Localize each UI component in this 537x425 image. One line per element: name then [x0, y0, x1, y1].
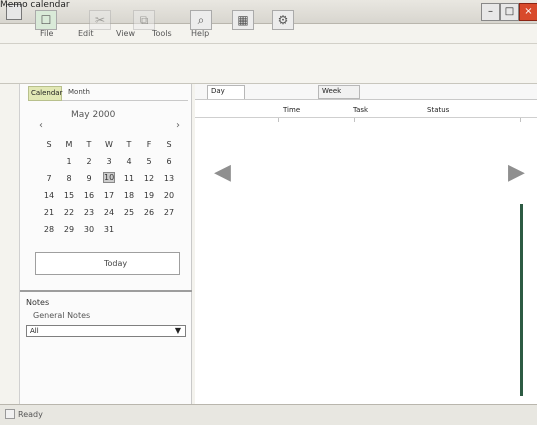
cut-icon[interactable]: ✂ — [89, 10, 111, 30]
day-cell[interactable]: 14 — [43, 191, 55, 200]
weekday-label: W — [105, 140, 113, 149]
tab-day[interactable]: Day — [207, 85, 245, 99]
minimize-button[interactable]: – — [481, 3, 500, 21]
weekday-label: F — [146, 140, 152, 149]
day-cell[interactable]: 26 — [143, 208, 155, 217]
status-text: Ready — [18, 410, 43, 419]
previous-arrow-icon[interactable]: ◀ — [214, 160, 231, 185]
menu-view[interactable]: View — [116, 29, 135, 38]
day-cell[interactable]: 9 — [83, 174, 95, 183]
day-cell[interactable]: 21 — [43, 208, 55, 217]
toolbar — [0, 44, 537, 84]
menu-tools[interactable]: Tools — [152, 29, 172, 38]
menu-file[interactable]: File — [40, 29, 53, 38]
day-cell[interactable]: 16 — [83, 191, 95, 200]
weekday-label: T — [126, 140, 132, 149]
day-cell[interactable]: 31 — [103, 225, 115, 234]
settings-icon[interactable]: ⚙ — [272, 10, 294, 30]
day-cell[interactable]: 30 — [83, 225, 95, 234]
today-label: Today — [104, 259, 128, 268]
weekday-label: S — [166, 140, 172, 149]
day-cell[interactable]: 1 — [63, 157, 75, 166]
day-cell[interactable]: 13 — [163, 174, 175, 183]
tab-calendar[interactable]: Calendar — [28, 86, 62, 101]
day-cell[interactable]: 4 — [123, 157, 135, 166]
day-cell[interactable]: 3 — [103, 157, 115, 166]
main-tab-strip — [195, 84, 537, 100]
day-cell[interactable]: 24 — [103, 208, 115, 217]
maximize-button[interactable]: □ — [500, 3, 519, 21]
tab-month[interactable]: Month — [68, 88, 90, 96]
day-cell[interactable]: 2 — [83, 157, 95, 166]
day-cell[interactable]: 23 — [83, 208, 95, 217]
column-status: Status — [427, 106, 450, 114]
column-divider — [520, 118, 521, 122]
window-title: Memo calendar — [0, 0, 70, 10]
day-cell[interactable]: 8 — [63, 174, 75, 183]
day-cell[interactable]: 17 — [103, 191, 115, 200]
status-bar: Ready — [0, 404, 537, 425]
main-view — [195, 84, 537, 404]
day-cell[interactable]: 22 — [63, 208, 75, 217]
title-bar — [0, 0, 537, 24]
notes-filter-value: All — [30, 327, 39, 335]
day-cell[interactable]: 7 — [43, 174, 55, 183]
day-cell[interactable]: 12 — [143, 174, 155, 183]
tab-week[interactable]: Week — [318, 85, 360, 99]
notes-title: Notes — [26, 298, 50, 307]
next-month-icon[interactable]: › — [176, 120, 180, 131]
selected-day-cell[interactable]: 10 — [103, 172, 115, 183]
search-icon[interactable]: ⌕ — [190, 10, 212, 30]
day-cell[interactable]: 28 — [43, 225, 55, 234]
copy-icon[interactable]: ⧉ — [133, 10, 155, 30]
day-cell[interactable]: 27 — [163, 208, 175, 217]
menu-help[interactable]: Help — [191, 29, 209, 38]
next-arrow-icon[interactable]: ▶ — [508, 160, 525, 185]
left-strip — [0, 84, 20, 404]
notes-filter-select[interactable]: All ▼ — [26, 325, 186, 337]
day-cell[interactable]: 6 — [163, 157, 175, 166]
day-cell[interactable]: 18 — [123, 191, 135, 200]
column-divider — [278, 118, 279, 122]
notes-subtitle: General Notes — [33, 311, 91, 320]
weekday-label: T — [86, 140, 92, 149]
chevron-down-icon: ▼ — [174, 326, 182, 335]
day-cell[interactable]: 29 — [63, 225, 75, 234]
menu-edit[interactable]: Edit — [78, 29, 94, 38]
weekday-label: S — [46, 140, 52, 149]
day-cell[interactable]: 11 — [123, 174, 135, 183]
panel-divider[interactable] — [20, 290, 192, 292]
today-button[interactable]: Today — [35, 252, 180, 275]
calendar-icon[interactable]: ▦ — [232, 10, 254, 30]
day-cell[interactable]: 15 — [63, 191, 75, 200]
vertical-scrollbar[interactable] — [520, 204, 523, 396]
day-cell[interactable]: 19 — [143, 191, 155, 200]
new-icon[interactable]: ☐ — [35, 10, 57, 30]
menu-bar: File Edit View Tools Help — [0, 24, 537, 44]
month-label: May 2000 — [71, 110, 116, 120]
status-icon — [5, 409, 15, 419]
day-cell[interactable]: 5 — [143, 157, 155, 166]
table-header: Time Task Status — [195, 104, 537, 118]
column-divider — [354, 118, 355, 122]
weekday-label: M — [65, 140, 73, 149]
day-cell[interactable]: 20 — [163, 191, 175, 200]
column-time: Time — [283, 106, 301, 114]
day-cell[interactable]: 25 — [123, 208, 135, 217]
prev-month-icon[interactable]: ‹ — [39, 120, 43, 131]
column-task: Task — [353, 106, 369, 114]
close-button[interactable]: × — [519, 3, 537, 21]
